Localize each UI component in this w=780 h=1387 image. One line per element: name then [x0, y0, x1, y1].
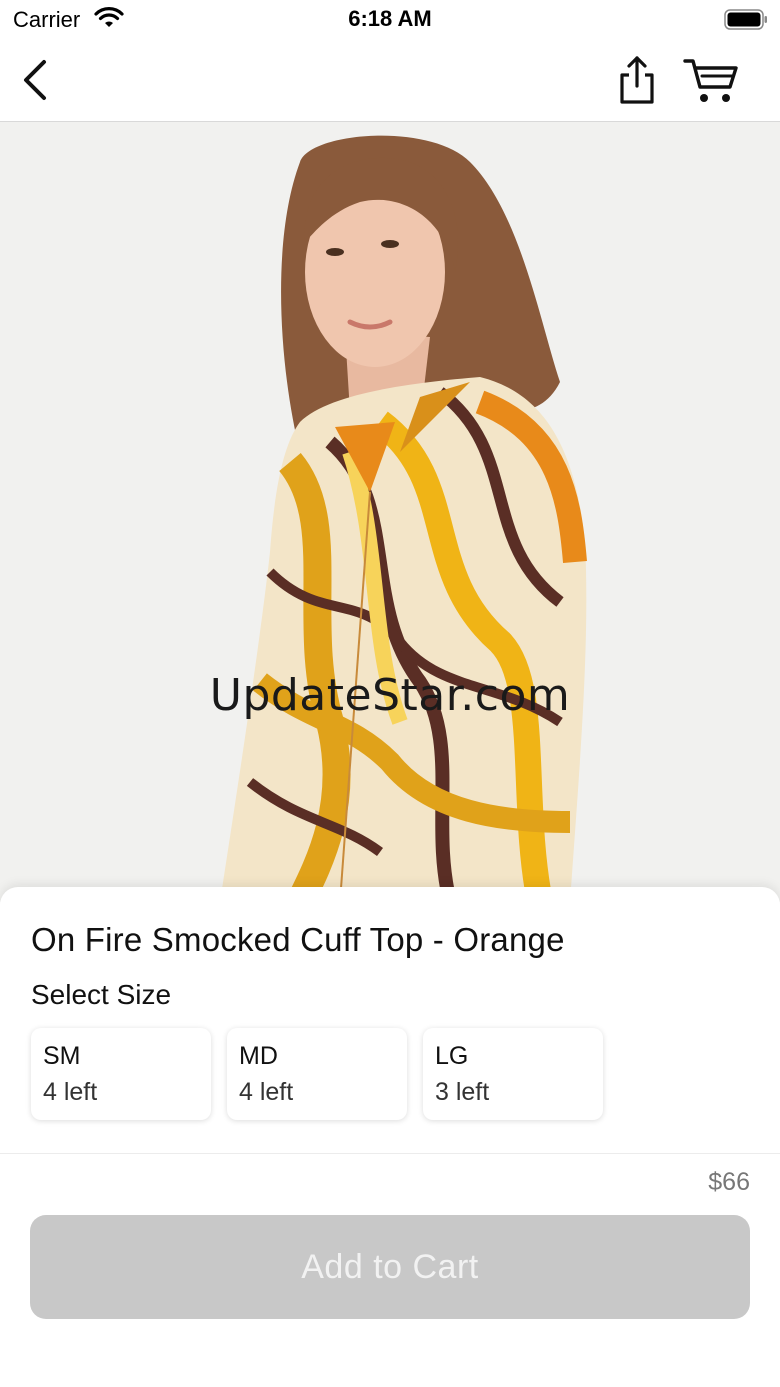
share-icon[interactable] — [612, 52, 662, 108]
status-bar: Carrier 6:18 AM — [0, 0, 780, 40]
size-stock: 4 left — [239, 1078, 294, 1106]
product-price: $66 — [708, 1168, 750, 1196]
size-name: MD — [239, 1042, 278, 1070]
navigation-bar — [0, 40, 780, 122]
cart-icon[interactable] — [682, 54, 740, 106]
model-wearing-top-illustration — [0, 122, 780, 902]
size-name: SM — [43, 1042, 81, 1070]
size-stock: 3 left — [435, 1078, 490, 1106]
product-photo: UpdateStar.com — [0, 122, 780, 902]
chevron-left-icon[interactable] — [14, 56, 58, 104]
size-name: LG — [435, 1042, 469, 1070]
size-option-sm[interactable]: SM 4 left — [31, 1028, 211, 1120]
image-watermark: UpdateStar.com — [209, 670, 571, 721]
status-time: 6:18 AM — [348, 6, 432, 31]
battery-icon — [724, 9, 767, 30]
add-to-cart-button[interactable]: Add to Cart — [30, 1215, 750, 1319]
size-option-lg[interactable]: LG 3 left — [423, 1028, 603, 1120]
product-details-card: On Fire Smocked Cuff Top - Orange Select… — [0, 887, 780, 1157]
product-title: On Fire Smocked Cuff Top - Orange — [31, 921, 565, 958]
purchase-footer: $66 Add to Cart — [0, 1153, 780, 1387]
size-stock: 4 left — [43, 1078, 98, 1106]
size-option-md[interactable]: MD 4 left — [227, 1028, 407, 1120]
select-size-label: Select Size — [31, 979, 172, 1010]
